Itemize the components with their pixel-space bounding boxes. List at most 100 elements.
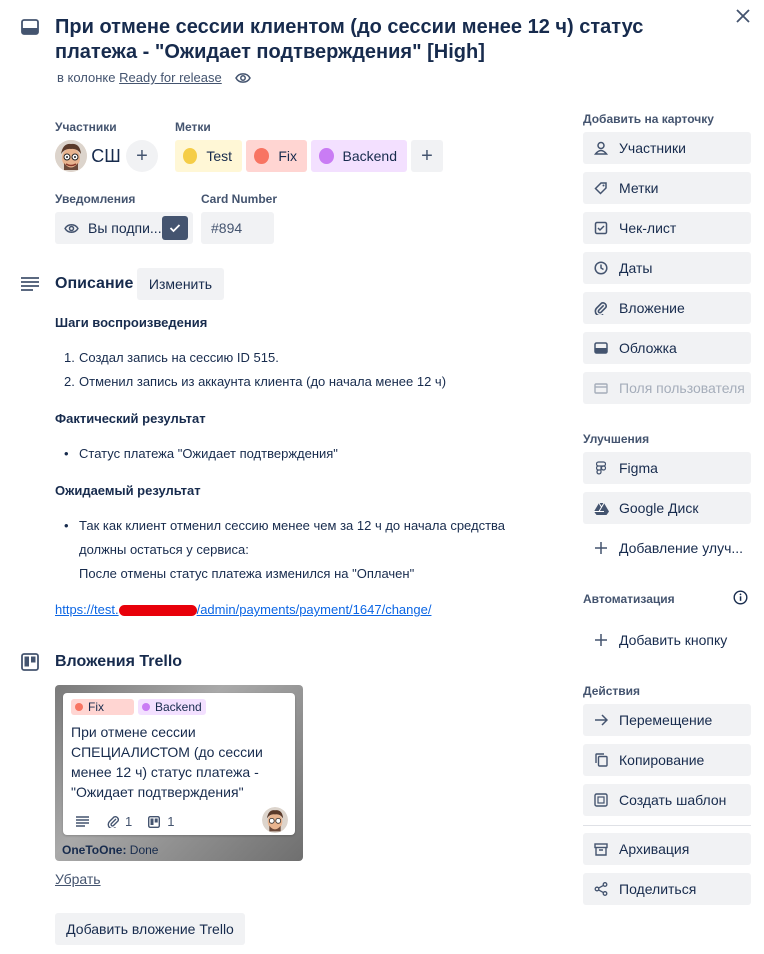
sidebar-label: Поля пользователя (619, 380, 745, 396)
add-member-button[interactable]: + (126, 140, 158, 172)
label-test[interactable]: Test (175, 140, 242, 172)
tag-icon (593, 180, 609, 196)
share-button[interactable]: Поделиться (583, 873, 751, 905)
mini-title-line: СПЕЦИАЛИСТОМ (до сессии (71, 744, 263, 760)
list-name: Done (129, 843, 159, 857)
eye-icon (64, 223, 79, 234)
make-template-button[interactable]: Создать шаблон (583, 784, 751, 816)
sidebar-checklist-button[interactable]: Чек-лист (583, 212, 751, 244)
mini-label-fix: Fix (71, 699, 134, 715)
mini-label-name: Fix (88, 700, 104, 714)
info-icon[interactable] (733, 590, 748, 608)
mini-label-backend: Backend (138, 699, 206, 715)
sidebar-custom-fields-button[interactable]: Поля пользователя (583, 372, 751, 404)
sidebar-label: Создать шаблон (619, 792, 727, 808)
sidebar-label: Добавление улуч... (619, 540, 744, 556)
sidebar-attachment-button[interactable]: Вложение (583, 292, 751, 324)
attachments-heading: Вложения Trello (55, 653, 183, 670)
description-badge-icon (76, 816, 89, 827)
sidebar-label: Участники (619, 140, 686, 156)
card-title[interactable]: При отмене сессии клиентом (до сессии ме… (55, 15, 720, 65)
sidebar-label: Копирование (619, 752, 705, 768)
paperclip-icon (593, 300, 609, 316)
column-link[interactable]: Ready for release (119, 70, 222, 85)
label-dot (319, 148, 334, 164)
step-number-2: 2. (64, 374, 75, 389)
copy-button[interactable]: Копирование (583, 744, 751, 776)
step-item: Создал запись на сессию ID 515. (79, 350, 279, 365)
mini-title-line: менее 12 ч) статус платежа - (71, 764, 259, 780)
sidebar-label: Архивация (619, 841, 690, 857)
trello-card-preview[interactable]: Fix Backend При отмене сессии СПЕЦИАЛИСТ… (55, 685, 303, 861)
avatar[interactable] (55, 140, 87, 172)
mini-avatar (262, 807, 288, 833)
sidebar-label: Добавить кнопку (619, 632, 728, 648)
add-powerup-button[interactable]: Добавление улуч... (583, 532, 751, 564)
member-initials[interactable]: СШ (89, 140, 123, 172)
expected-line: Так как клиент отменил сессию менее чем … (79, 518, 506, 533)
notifications-heading: Уведомления (55, 192, 136, 206)
sidebar-label: Метки (619, 180, 659, 196)
google-drive-powerup-button[interactable]: Google Диск (583, 492, 751, 524)
sidebar-label: Google Диск (619, 500, 699, 516)
actual-title: Фактический результат (55, 411, 206, 426)
sidebar-cover-button[interactable]: Обложка (583, 332, 751, 364)
copy-icon (593, 752, 609, 768)
link-suffix: /admin/payments/payment/1647/change/ (196, 602, 432, 617)
in-column-prefix: в колонке (57, 70, 116, 85)
sidebar-label: Figma (619, 460, 658, 476)
archive-icon (593, 841, 609, 857)
add-automation-button[interactable]: Добавить кнопку (583, 624, 751, 656)
add-trello-attachment-button[interactable]: Добавить вложение Trello (55, 913, 245, 945)
sidebar-members-button[interactable]: Участники (583, 132, 751, 164)
plus-icon (593, 632, 609, 648)
arrow-right-icon (593, 712, 609, 728)
eye-icon[interactable] (234, 72, 251, 84)
labels-heading: Метки (175, 120, 211, 134)
members-heading: Участники (55, 120, 117, 134)
clock-icon (593, 260, 609, 276)
label-dot (254, 148, 270, 164)
expected-title: Ожидаемый результат (55, 483, 201, 498)
add-to-card-heading: Добавить на карточку (583, 112, 714, 126)
move-button[interactable]: Перемещение (583, 704, 751, 736)
card-icon (21, 19, 39, 38)
mini-card[interactable]: Fix Backend При отмене сессии СПЕЦИАЛИСТ… (63, 693, 295, 835)
checklist-icon (593, 220, 609, 236)
expected-line: После отмены статус платежа изменился на… (79, 566, 415, 581)
add-label-button[interactable]: + (411, 140, 443, 172)
sidebar-label: Даты (619, 260, 653, 276)
figma-powerup-button[interactable]: Figma (583, 452, 751, 484)
sidebar-dates-button[interactable]: Даты (583, 252, 751, 284)
label-backend[interactable]: Backend (311, 140, 407, 172)
sidebar-label: Перемещение (619, 712, 713, 728)
archive-button[interactable]: Архивация (583, 833, 751, 865)
trello-icon (21, 653, 39, 674)
expected-line: должны остаться у сервиса: (79, 542, 249, 557)
sidebar-labels-button[interactable]: Метки (583, 172, 751, 204)
check-icon (162, 216, 188, 240)
remove-attachment-link[interactable]: Убрать (55, 871, 101, 887)
bullet: • (64, 518, 69, 533)
actions-divider (583, 825, 751, 826)
board-name: OneToOne: (62, 843, 127, 857)
description-heading: Описание (55, 275, 134, 292)
linked-count: 1 (167, 814, 175, 829)
paperclip-icon (107, 815, 120, 828)
google-drive-icon (593, 500, 609, 516)
template-icon (593, 792, 609, 808)
column-info: в колонке Ready for release (57, 70, 251, 85)
close-button[interactable] (732, 5, 754, 27)
bullet: • (64, 446, 69, 461)
label-dot (183, 148, 198, 164)
link-prefix: https://test. (55, 602, 119, 617)
figma-icon (593, 460, 609, 476)
edit-description-button[interactable]: Изменить (137, 268, 224, 300)
card-number-field[interactable]: #894 (201, 212, 274, 244)
actual-item: Статус платежа "Ожидает подтверждения" (79, 446, 338, 461)
watch-button[interactable]: Вы подпи... (55, 212, 193, 244)
payment-link[interactable]: https://test. /admin/payments/payment/164… (55, 602, 431, 617)
mini-title-line: При отмене сессии (71, 724, 196, 740)
label-fix[interactable]: Fix (246, 140, 307, 172)
mini-title-line: "Ожидает подтверждения" (71, 784, 244, 800)
